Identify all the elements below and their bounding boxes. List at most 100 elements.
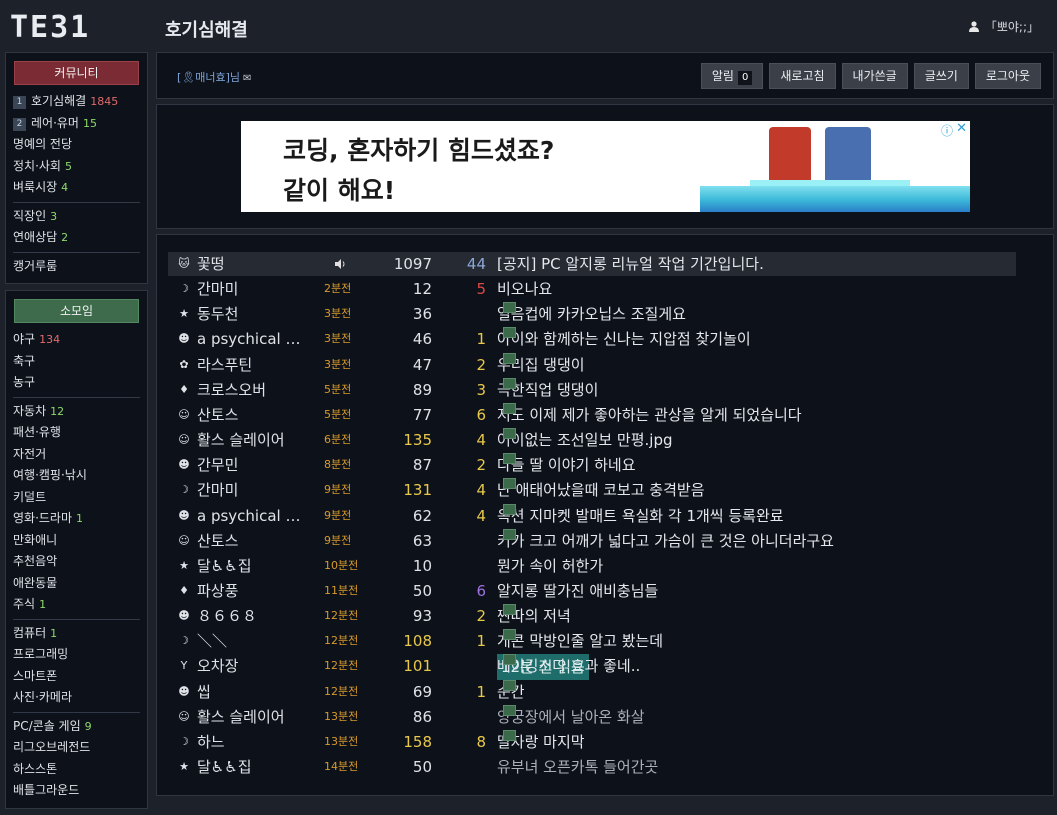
sidebar-item[interactable]: 자전거: [13, 444, 140, 466]
sidebar-item[interactable]: 추천음악: [13, 551, 140, 573]
post-row[interactable]: Y 오차장 12분전 101 12분 전 읽음 베이킹소다 효과 좋네..: [168, 654, 1016, 681]
sidebar-item[interactable]: 컴퓨터 1: [13, 623, 140, 645]
post-row[interactable]: ☻ 씹 12분전 69 1 순간: [168, 679, 1016, 704]
sidebar-item[interactable]: 정치·사회 5: [13, 156, 140, 178]
page-title: 호기심해결: [165, 20, 248, 41]
sidebar-item[interactable]: 1 호기심해결 1845: [13, 91, 140, 113]
author-nickname[interactable]: 씹: [197, 680, 211, 704]
post-row[interactable]: ☽ ＼＼ 12분전 108 1 개콘 막방인줄 알고 봤는데: [168, 629, 1016, 653]
author-nickname[interactable]: 크로스오버: [197, 378, 266, 402]
post-title-text: 양궁장에서 날아온 화살: [497, 707, 645, 726]
manner-link[interactable]: [🎗매너효]님 ✉: [177, 69, 251, 85]
new-post-count: 9: [84, 719, 92, 733]
author-nickname[interactable]: 동두천: [197, 302, 238, 326]
author-nickname[interactable]: 활스 슬레이어: [197, 428, 285, 452]
author-nickname[interactable]: 간마미: [197, 277, 238, 301]
post-row[interactable]: ☺ 산토스 5분전 77 6 저도 이제 제가 좋아하는 관상을 알게 되었습니다: [168, 402, 1016, 427]
ad-info-icon[interactable]: ⓘ: [941, 122, 953, 139]
ad-close-icon[interactable]: ✕: [956, 121, 967, 136]
post-row[interactable]: ☻ 간무민 8분전 87 2 다들 딸 이야기 하네요: [168, 453, 1016, 477]
view-count: 158: [403, 732, 432, 751]
top-bar: TE31 호기심해결 「뽀야;;」: [0, 0, 1057, 50]
author-nickname[interactable]: a psychical …: [197, 327, 300, 351]
author-nickname[interactable]: 간마미: [197, 478, 238, 502]
post-row[interactable]: ✿ 라스푸틴 3분전 47 2 우리집 댕댕이: [168, 352, 1016, 377]
sidebar-item[interactable]: 애완동물: [13, 573, 140, 595]
ad-banner[interactable]: 코딩, 혼자하기 힘드셨죠? 같이 해요! ⓘ ✕: [241, 121, 970, 212]
write-button[interactable]: 글쓰기: [913, 63, 969, 89]
sidebar-item[interactable]: 배틀그라운드: [13, 780, 140, 802]
sidebar-item[interactable]: 직장인 3: [13, 206, 140, 228]
site-logo[interactable]: TE31: [10, 10, 90, 45]
author-nickname[interactable]: 하느: [197, 730, 225, 754]
sidebar-item[interactable]: 연애상담 2: [13, 227, 140, 249]
sidebar-item[interactable]: 주식 1: [13, 594, 140, 616]
post-title-text: 옥션 지마켓 발매트 욕실화 각 1개씩 등록완료: [497, 506, 784, 525]
sidebar-item[interactable]: 캥거루룸: [13, 256, 140, 278]
sidebar-item[interactable]: 리그오브레전드: [13, 737, 140, 759]
sidebar-item[interactable]: 명예의 전당: [13, 134, 140, 156]
author-nickname[interactable]: 산토스: [197, 529, 238, 553]
post-row[interactable]: ☽ 간마미 2분전 12 5 비오나요: [168, 277, 1016, 301]
post-row[interactable]: ★ 달♿♿집 14분전 50 유부녀 오픈카톡 들어간곳: [168, 755, 1016, 779]
sidebar-item[interactable]: 영화·드라마 1: [13, 508, 140, 530]
comment-count: 44: [466, 255, 486, 273]
author-nickname[interactable]: 오차장: [197, 654, 238, 678]
sidebar-item[interactable]: 사진·카메라: [13, 687, 140, 709]
author-nickname[interactable]: ８６６８: [197, 604, 257, 628]
post-row[interactable]: ☺ 산토스 9분전 63 키가 크고 어깨가 넓다고 가슴이 큰 것은 아니더라구요: [168, 528, 1016, 553]
comment-count: 6: [476, 405, 486, 424]
sidebar-item[interactable]: 프로그래밍: [13, 644, 140, 666]
author-nickname[interactable]: a psychical …: [197, 504, 300, 528]
post-row[interactable]: ♦ 파상풍 11분전 50 6 알지롱 딸가진 애비충님들: [168, 579, 1016, 603]
comment-count: 4: [476, 431, 486, 450]
sidebar-item[interactable]: 농구: [13, 372, 140, 394]
sidebar-item[interactable]: 야구 134: [13, 329, 140, 351]
my-posts-button[interactable]: 내가쓴글: [841, 63, 908, 89]
user-menu[interactable]: 「뽀야;;」: [968, 18, 1039, 35]
sidebar-item[interactable]: 하스스톤: [13, 759, 140, 781]
sidebar-item[interactable]: 여행·캠핑·낚시: [13, 465, 140, 487]
post-row[interactable]: ☻ ８６６８ 12분전 93 2 찐따의 저녁: [168, 604, 1016, 628]
sidebar-item[interactable]: 패션·유행: [13, 422, 140, 444]
mail-icon[interactable]: ✉: [243, 73, 251, 84]
sidebar-item[interactable]: PC/콘솔 게임 9: [13, 716, 140, 738]
user-level-icon: ☽: [179, 282, 189, 296]
post-row[interactable]: ☻ a psychical … 9분전 62 4 옥션 지마켓 발매트 욕실화 각 1개씩…: [168, 503, 1016, 528]
sidebar-item[interactable]: 축구: [13, 351, 140, 373]
post-row[interactable]: ☽ 하느 13분전 158 8 딸자랑 마지막: [168, 729, 1016, 754]
author-nickname[interactable]: 라스푸틴: [197, 353, 252, 377]
author-nickname[interactable]: 산토스: [197, 403, 238, 427]
author-nickname[interactable]: 파상풍: [197, 579, 238, 603]
post-row[interactable]: ♦ 크로스오버 5분전 89 3 극한직업 댕댕이: [168, 377, 1016, 402]
post-row[interactable]: ☻ a psychical … 3분전 46 1 아이와 함께하는 신나는 지압점 찾기놀…: [168, 327, 1016, 351]
new-post-count: 12: [50, 404, 65, 418]
post-row[interactable]: ★ 달♿♿집 10분전 10 뭔가 속이 허한가: [168, 554, 1016, 578]
refresh-button[interactable]: 새로고침: [769, 63, 836, 89]
author-nickname[interactable]: ＼＼: [197, 629, 227, 653]
author-nickname[interactable]: 간무민: [197, 453, 238, 477]
sidebar-item[interactable]: 자동차 12: [13, 401, 140, 423]
sidebar-item[interactable]: 2 레어·유머 15: [13, 113, 140, 135]
author-nickname[interactable]: 활스 슬레이어: [197, 705, 285, 729]
post-row[interactable]: ☽ 간마미 9분전 131 4 난 애태어났을때 코보고 충격받음: [168, 478, 1016, 502]
alarm-button[interactable]: 알림 0: [700, 63, 764, 89]
notice-row[interactable]: 🐱 꽃떵 1097 44 [공지] PC 알지롱 리뉴얼 작업 기간입니다.: [168, 252, 1016, 276]
new-post-count: 1: [50, 626, 58, 640]
post-row[interactable]: ☺ 활스 슬레이어 13분전 86 양궁장에서 날아온 화살: [168, 704, 1016, 729]
comment-count: 2: [476, 355, 486, 374]
logout-button[interactable]: 로그아웃: [974, 63, 1041, 89]
author-nickname[interactable]: 달♿♿집: [197, 755, 252, 779]
author-nickname[interactable]: 꽃떵: [197, 252, 225, 276]
sidebar-item[interactable]: 벼룩시장 4: [13, 177, 140, 199]
ad-subline: 같이 해요!: [283, 176, 396, 205]
post-row[interactable]: ☺ 활스 슬레이어 6분전 135 4 어이없는 조선일보 만평.jpg: [168, 428, 1016, 452]
ad-container: 코딩, 혼자하기 힘드셨죠? 같이 해요! ⓘ ✕: [156, 104, 1054, 229]
sidebar-item[interactable]: 스마트폰: [13, 666, 140, 688]
sidebar-item-label: 애완동물: [13, 575, 58, 590]
sidebar-item[interactable]: 키덜트: [13, 487, 140, 509]
author-nickname[interactable]: 달♿♿집: [197, 554, 252, 578]
sidebar-item-label: 호기심해결: [31, 94, 87, 108]
sidebar-item[interactable]: 만화애니: [13, 530, 140, 552]
post-row[interactable]: ★ 동두천 3분전 36 얼음컵에 카카오닙스 조질게요: [168, 302, 1016, 326]
